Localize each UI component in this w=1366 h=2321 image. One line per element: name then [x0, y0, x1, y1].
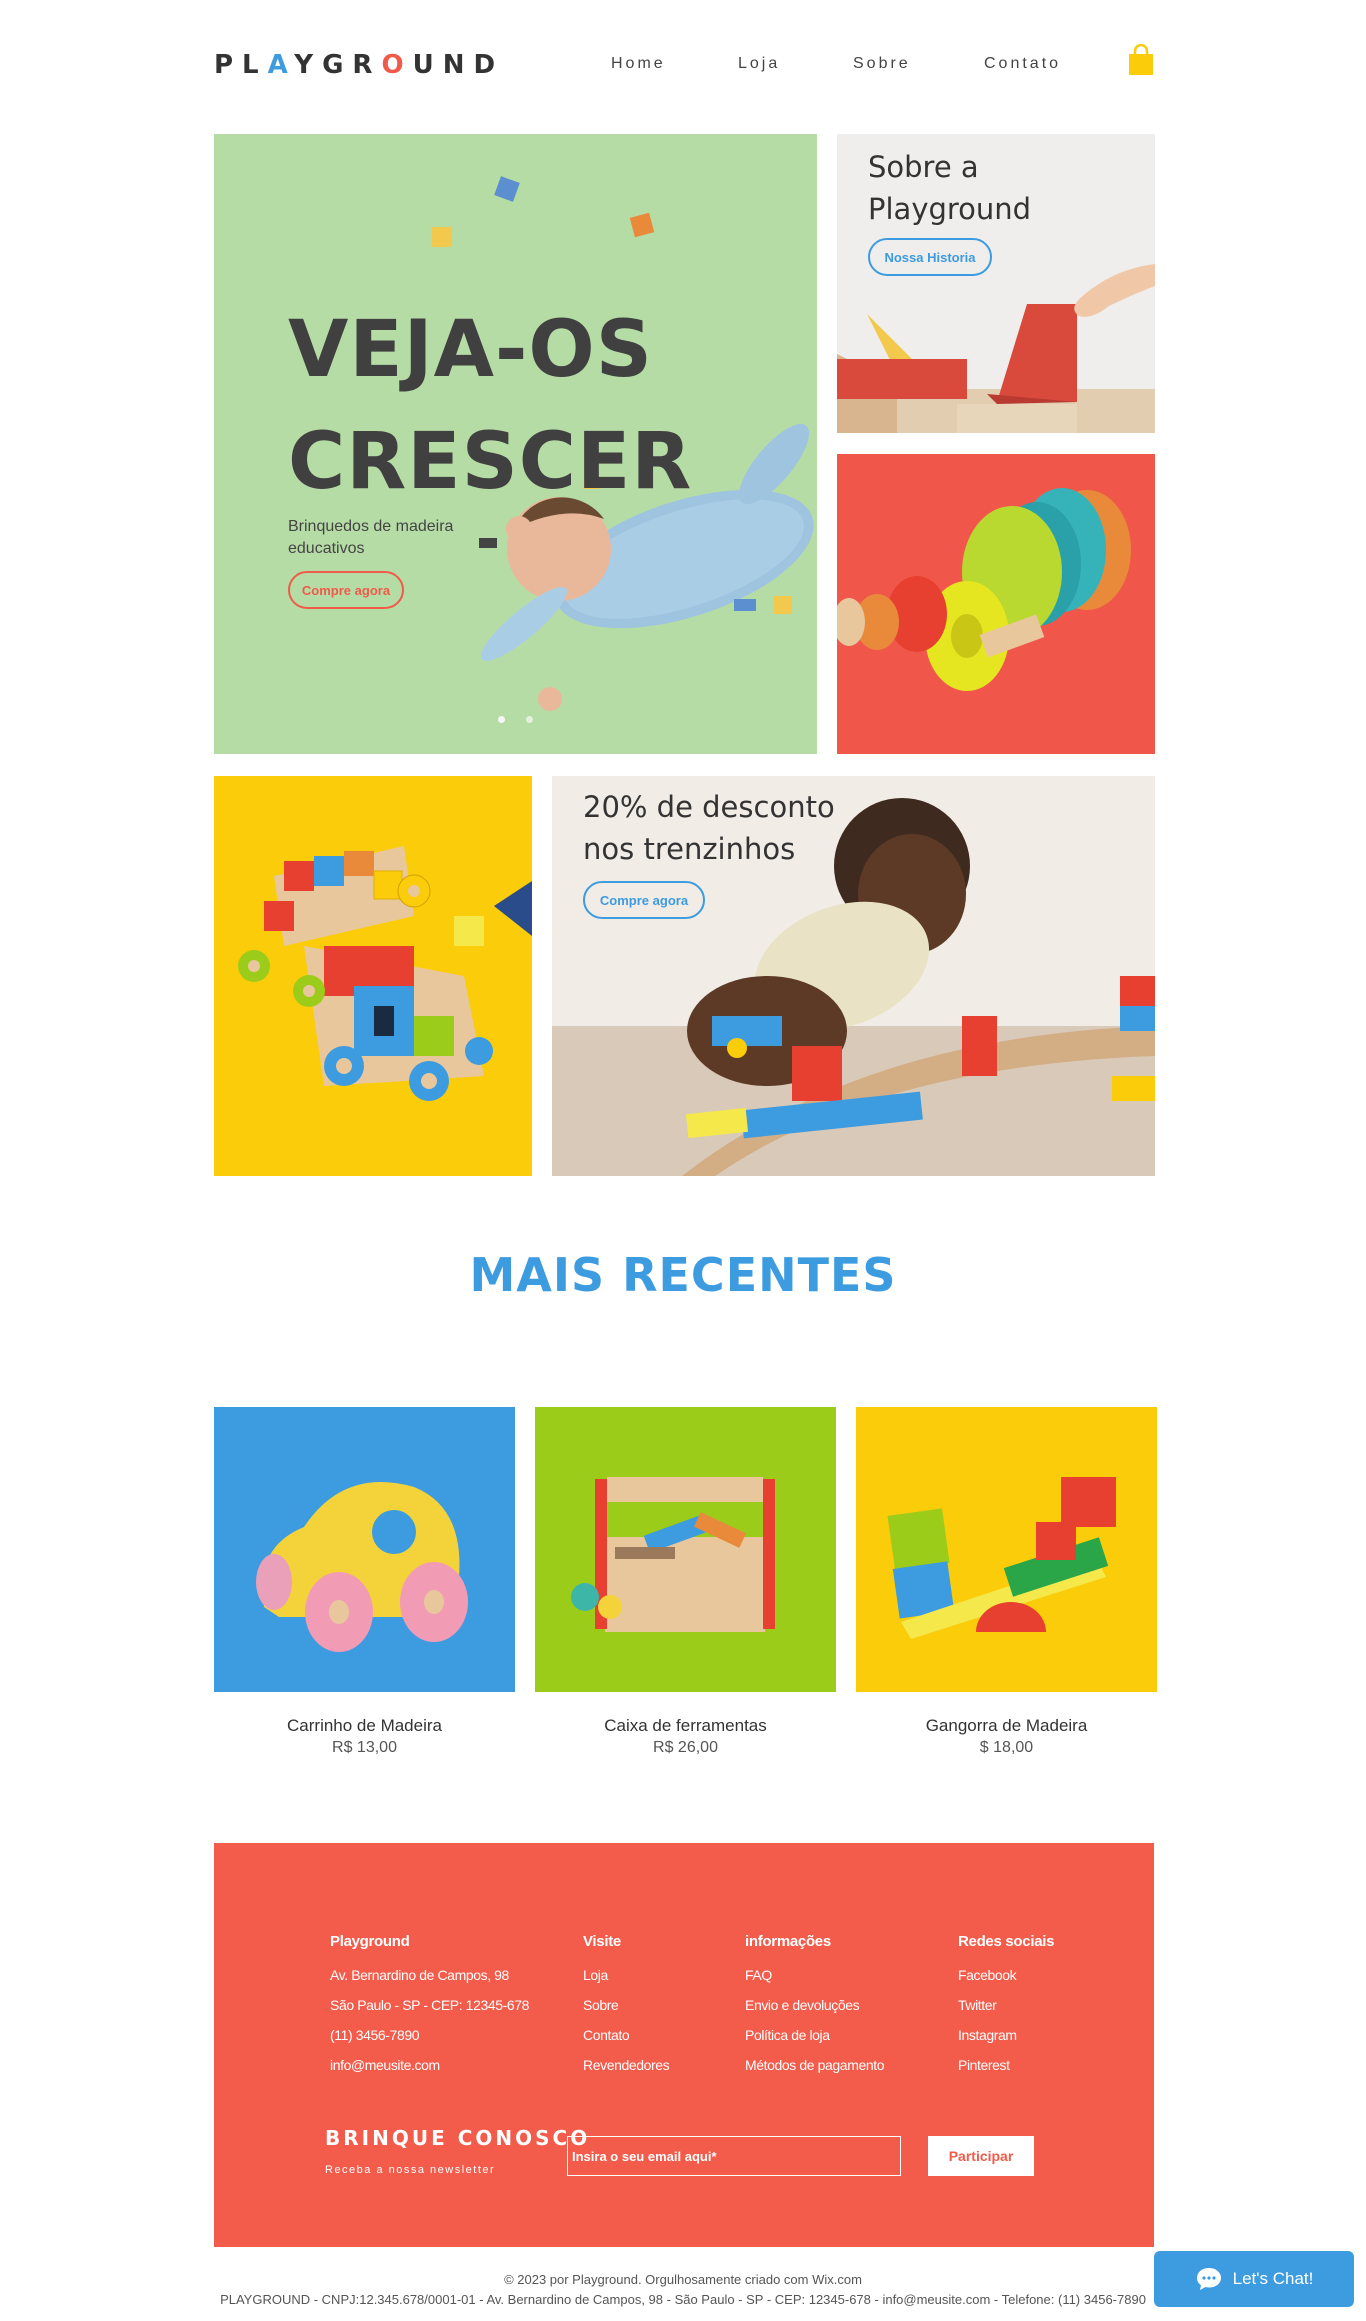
footer-link[interactable]: Contato: [583, 2020, 669, 2050]
footer-phone: (11) 3456-7890: [330, 2027, 420, 2043]
logo-text-part: PL: [214, 50, 268, 80]
nav-sobre[interactable]: Sobre: [853, 55, 911, 73]
newsletter-email-input[interactable]: [567, 2136, 901, 2176]
product-image-seesaw[interactable]: [856, 1407, 1157, 1692]
footer-link[interactable]: Envio e devoluções: [745, 1990, 884, 2020]
footer: Playground Av. Bernardino de Campos, 98 …: [214, 1843, 1154, 2247]
toolbox-image: [571, 1477, 775, 1632]
footer-contact-column: Playground Av. Bernardino de Campos, 98 …: [330, 1933, 529, 2080]
promo-title: 20% de desconto nos trenzinhos: [583, 790, 835, 866]
site-logo[interactable]: PLAYGROUND: [214, 50, 504, 80]
product-name[interactable]: Carrinho de Madeira: [214, 1716, 515, 1736]
newsletter-subtitle: Receba a nossa newsletter: [325, 2164, 496, 2176]
hero-title-line2: CRESCER: [288, 417, 693, 507]
footer-link[interactable]: Revendedores: [583, 2050, 670, 2080]
train-toy-tile[interactable]: [214, 776, 532, 1176]
footer-heading: Visite: [583, 1933, 621, 1950]
footer-social-column: Redes sociais Facebook Twitter Instagram…: [958, 1933, 1054, 2080]
footer-city: São Paulo - SP - CEP: 12345-678: [330, 1997, 530, 2013]
hero-banner: VEJA-OS CRESCER Brinquedos de madeira ed…: [214, 134, 817, 754]
nav-loja[interactable]: Loja: [738, 55, 780, 73]
twitter-link[interactable]: Twitter: [958, 1990, 1054, 2020]
about-title: Sobre a Playground: [868, 150, 1032, 226]
chat-label: Let's Chat!: [1232, 2269, 1314, 2288]
nav-contato[interactable]: Contato: [984, 55, 1061, 73]
footer-heading: Redes sociais: [958, 1933, 1055, 1950]
slide-dot-2[interactable]: [526, 716, 533, 723]
hero-shop-button[interactable]: Compre agora: [288, 571, 404, 609]
footer-address: Av. Bernardino de Campos, 98: [330, 1967, 509, 1983]
product-price: R$ 13,00: [332, 1739, 397, 1756]
footer-heading: Playground: [330, 1933, 410, 1950]
facebook-link[interactable]: Facebook: [958, 1960, 1054, 1990]
footer-link[interactable]: Política de loja: [745, 2020, 884, 2050]
footer-visit-column: Visite Loja Sobre Contato Revendedores: [583, 1933, 670, 2080]
footer-link[interactable]: Sobre: [583, 1990, 669, 2020]
product-price: $ 18,00: [979, 1739, 1034, 1756]
product-image-car[interactable]: [214, 1407, 515, 1692]
logo-text-part: YGR: [294, 50, 382, 80]
footer-link[interactable]: Métodos de pagamento: [745, 2050, 885, 2080]
logo-letter-a: A: [267, 50, 295, 80]
hero-title-line1: VEJA-OS: [288, 305, 653, 395]
footer-heading: informações: [745, 1933, 831, 1950]
newsletter-join-button[interactable]: Participar: [928, 2136, 1034, 2176]
recent-section-title: MAIS RECENTES: [469, 1248, 897, 1302]
chat-bubble-icon: [1196, 2268, 1221, 2290]
seesaw-image: [887, 1477, 1116, 1639]
footer-link[interactable]: FAQ: [745, 1960, 884, 1990]
pinterest-link[interactable]: Pinterest: [958, 2050, 1054, 2080]
stacking-rings-tile[interactable]: [837, 454, 1155, 754]
nav-home[interactable]: Home: [611, 55, 666, 73]
hero-title: VEJA-OS CRESCER: [288, 294, 692, 518]
logo-letter-o: O: [381, 50, 413, 80]
product-name[interactable]: Gangorra de Madeira: [856, 1716, 1157, 1736]
stacking-rings-image: [837, 488, 1131, 691]
promo-shop-button[interactable]: Compre agora: [583, 881, 705, 919]
slide-dot-1[interactable]: [498, 716, 505, 723]
product-name[interactable]: Caixa de ferramentas: [535, 1716, 836, 1736]
instagram-link[interactable]: Instagram: [958, 2020, 1054, 2050]
product-price: R$ 26,00: [653, 1739, 718, 1756]
chat-button[interactable]: Let's Chat!: [1154, 2251, 1354, 2307]
about-tile: Sobre a Playground Nossa Historia: [837, 134, 1155, 433]
wooden-car-image: [256, 1482, 468, 1652]
train-toy-image: [238, 846, 532, 1101]
newsletter-title: BRINQUE CONOSCO: [325, 2126, 591, 2150]
footer-email[interactable]: info@meusite.com: [330, 2050, 529, 2080]
footer-info-column: informações FAQ Envio e devoluções Polít…: [745, 1933, 885, 2080]
logo-text-part: UND: [412, 50, 505, 80]
our-story-button[interactable]: Nossa Historia: [868, 238, 992, 276]
train-promo-tile: 20% de desconto nos trenzinhos Compre ag…: [552, 776, 1155, 1176]
hero-subtitle: Brinquedos de madeira educativos: [288, 518, 454, 557]
footer-link[interactable]: Loja: [583, 1960, 669, 1990]
shopping-bag-icon[interactable]: [1128, 43, 1154, 76]
product-image-toolbox[interactable]: [535, 1407, 836, 1692]
